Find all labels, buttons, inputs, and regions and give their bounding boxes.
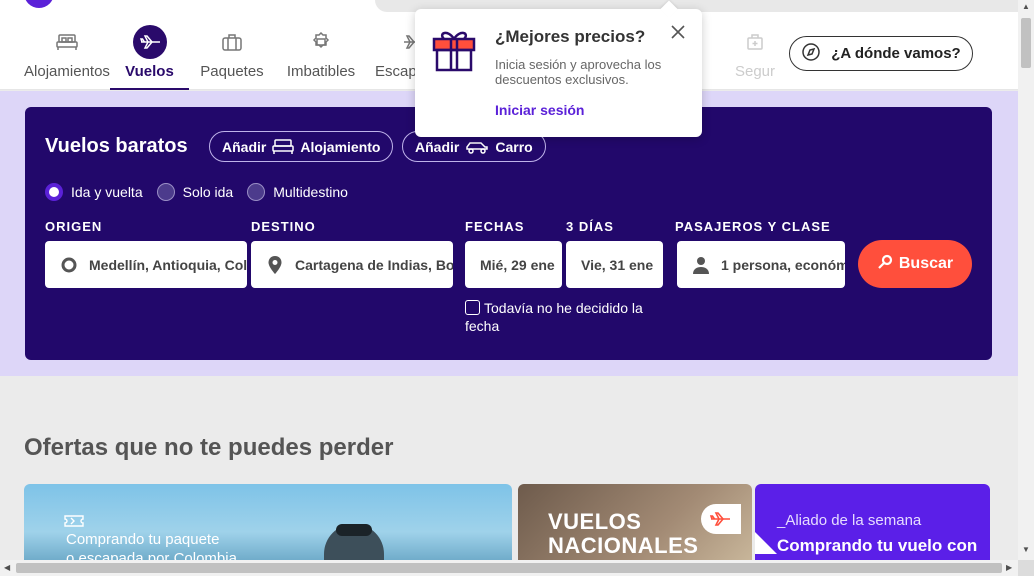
- radio-label: Solo ida: [182, 184, 234, 200]
- passengers-value: 1 persona, económica: [721, 256, 845, 273]
- vertical-scroll-thumb[interactable]: [1021, 18, 1031, 68]
- add-prefix: Añadir: [222, 138, 267, 155]
- depart-date-input[interactable]: Mié, 29 ene: [465, 241, 562, 288]
- radio-dot: [45, 183, 63, 201]
- radio-label: Ida y vuelta: [71, 184, 143, 200]
- radio-round-trip[interactable]: Ida y vuelta: [45, 183, 143, 201]
- card3-subtitle: _Aliado de la semana: [777, 512, 922, 529]
- where-to-label: ¿A dónde vamos?: [831, 45, 961, 62]
- scroll-right-icon[interactable]: ▶: [1006, 563, 1012, 572]
- nav-label: Imbatibles: [286, 63, 356, 80]
- scroll-up-icon[interactable]: ▲: [1022, 2, 1030, 11]
- origin-input[interactable]: Medellín, Antioquia, Colombia: [45, 241, 247, 288]
- offers-title: Ofertas que no te puedes perder: [24, 434, 394, 461]
- trip-type-group: Ida y vuelta Solo ida Multidestino: [45, 183, 348, 201]
- goggles-image: [336, 524, 372, 536]
- brand-logo[interactable]: [24, 0, 54, 8]
- bed-icon: [272, 138, 295, 155]
- days-label: 3 DÍAS: [566, 219, 614, 234]
- add-lodging-button[interactable]: Añadir Alojamiento: [209, 131, 394, 162]
- dates-label: FECHAS: [465, 219, 525, 234]
- nav-item-paquetes[interactable]: Paquetes: [196, 12, 268, 90]
- nav-label: Segur: [734, 63, 776, 80]
- better-prices-popup: ¿Mejores precios? Inicia sesión y aprove…: [415, 9, 702, 137]
- add-prefix: Añadir: [415, 138, 460, 155]
- where-to-button[interactable]: ¿A dónde vamos?: [789, 36, 973, 71]
- search-icon: [877, 254, 893, 275]
- radio-multi-destination[interactable]: Multidestino: [247, 183, 348, 201]
- destination-label: DESTINO: [251, 219, 316, 234]
- badge-icon: [304, 25, 338, 59]
- compass-icon: [801, 42, 821, 66]
- nav-item-vuelos[interactable]: Vuelos: [110, 12, 189, 90]
- horizontal-scroll-thumb[interactable]: [16, 563, 1002, 573]
- undecided-checkbox[interactable]: [465, 300, 480, 315]
- gift-icon: [431, 25, 477, 78]
- popup-title: ¿Mejores precios?: [495, 27, 646, 46]
- card2-line2: NACIONALES: [548, 533, 699, 558]
- search-button[interactable]: Buscar: [858, 240, 972, 288]
- passengers-input[interactable]: 1 persona, económica: [677, 241, 845, 288]
- destination-value: Cartagena de Indias, Bolívar, Colombia: [295, 256, 453, 273]
- add-lodging-label: Alojamiento: [300, 138, 381, 155]
- offer-card-packages[interactable]: Comprando tu paquete o escapada por Colo…: [24, 484, 512, 564]
- return-date-input[interactable]: Vie, 31 ene: [566, 241, 663, 288]
- card1-text: Comprando tu paquete o escapada por Colo…: [66, 530, 237, 564]
- car-icon: [465, 140, 489, 154]
- flight-search-card: Vuelos baratos Añadir Alojamiento Añadir…: [25, 107, 992, 360]
- origin-value: Medellín, Antioquia, Colombia: [89, 256, 247, 273]
- nav-item-imbatibles[interactable]: Imbatibles: [283, 12, 359, 90]
- destination-input[interactable]: Cartagena de Indias, Bolívar, Colombia: [251, 241, 453, 288]
- scrollbar-corner: [1018, 560, 1034, 576]
- card3-title: Comprando tu vuelo con: [777, 536, 978, 555]
- card2-headline: VUELOS NACIONALES: [548, 510, 698, 558]
- location-pin-icon: [265, 255, 285, 275]
- suitcase-icon: [215, 25, 249, 59]
- radio-one-way[interactable]: Solo ida: [156, 183, 234, 201]
- undecided-date-option[interactable]: Todavía no he decidido la fecha: [465, 299, 665, 335]
- nav-item-seguros[interactable]: Segur: [733, 12, 777, 90]
- search-title: Vuelos baratos: [45, 135, 188, 157]
- passengers-label: PASAJEROS Y CLASE: [675, 219, 831, 234]
- plane-icon: [132, 25, 167, 59]
- nav-label: Paquetes: [200, 63, 264, 80]
- radio-dot: [156, 183, 175, 201]
- vertical-scrollbar[interactable]: ▲ ▼: [1018, 0, 1034, 560]
- offer-card-national-flights[interactable]: VUELOS NACIONALES: [518, 484, 752, 564]
- depart-date-value: Mié, 29 ene: [480, 256, 555, 273]
- insurance-icon: [738, 25, 772, 59]
- search-button-label: Buscar: [898, 255, 954, 272]
- add-car-label: Carro: [495, 138, 533, 155]
- radio-dot: [247, 183, 266, 201]
- scroll-left-icon[interactable]: ◀: [4, 563, 10, 572]
- horizontal-scrollbar[interactable]: ◀ ▶: [0, 560, 1018, 576]
- nav-label: Escap: [375, 63, 417, 80]
- plane-icon: [701, 504, 741, 534]
- popup-description: Inicia sesión y aprovecha los descuentos…: [495, 57, 662, 87]
- return-date-value: Vie, 31 ene: [581, 256, 654, 273]
- scroll-down-icon[interactable]: ▼: [1022, 545, 1030, 554]
- origin-label: ORIGEN: [45, 219, 103, 234]
- nav-item-escapadas[interactable]: Escap: [375, 12, 420, 90]
- card2-line1: VUELOS: [548, 509, 642, 534]
- undecided-label: Todavía no he decidido la fecha: [465, 300, 643, 334]
- offer-card-partner[interactable]: _Aliado de la semana Comprando tu vuelo …: [755, 484, 990, 564]
- origin-circle-icon: [59, 256, 79, 274]
- login-link[interactable]: Iniciar sesión: [495, 102, 584, 118]
- radio-label: Multidestino: [273, 184, 348, 200]
- nav-label: Alojamientos: [24, 63, 110, 80]
- nav-label: Vuelos: [125, 63, 174, 80]
- card3-corner-decoration: [755, 532, 777, 554]
- bed-icon: [50, 25, 84, 59]
- close-icon[interactable]: [669, 23, 687, 41]
- card1-line1: Comprando tu paquete: [66, 531, 220, 548]
- person-icon: [691, 255, 711, 275]
- nav-item-alojamientos[interactable]: Alojamientos: [24, 12, 110, 90]
